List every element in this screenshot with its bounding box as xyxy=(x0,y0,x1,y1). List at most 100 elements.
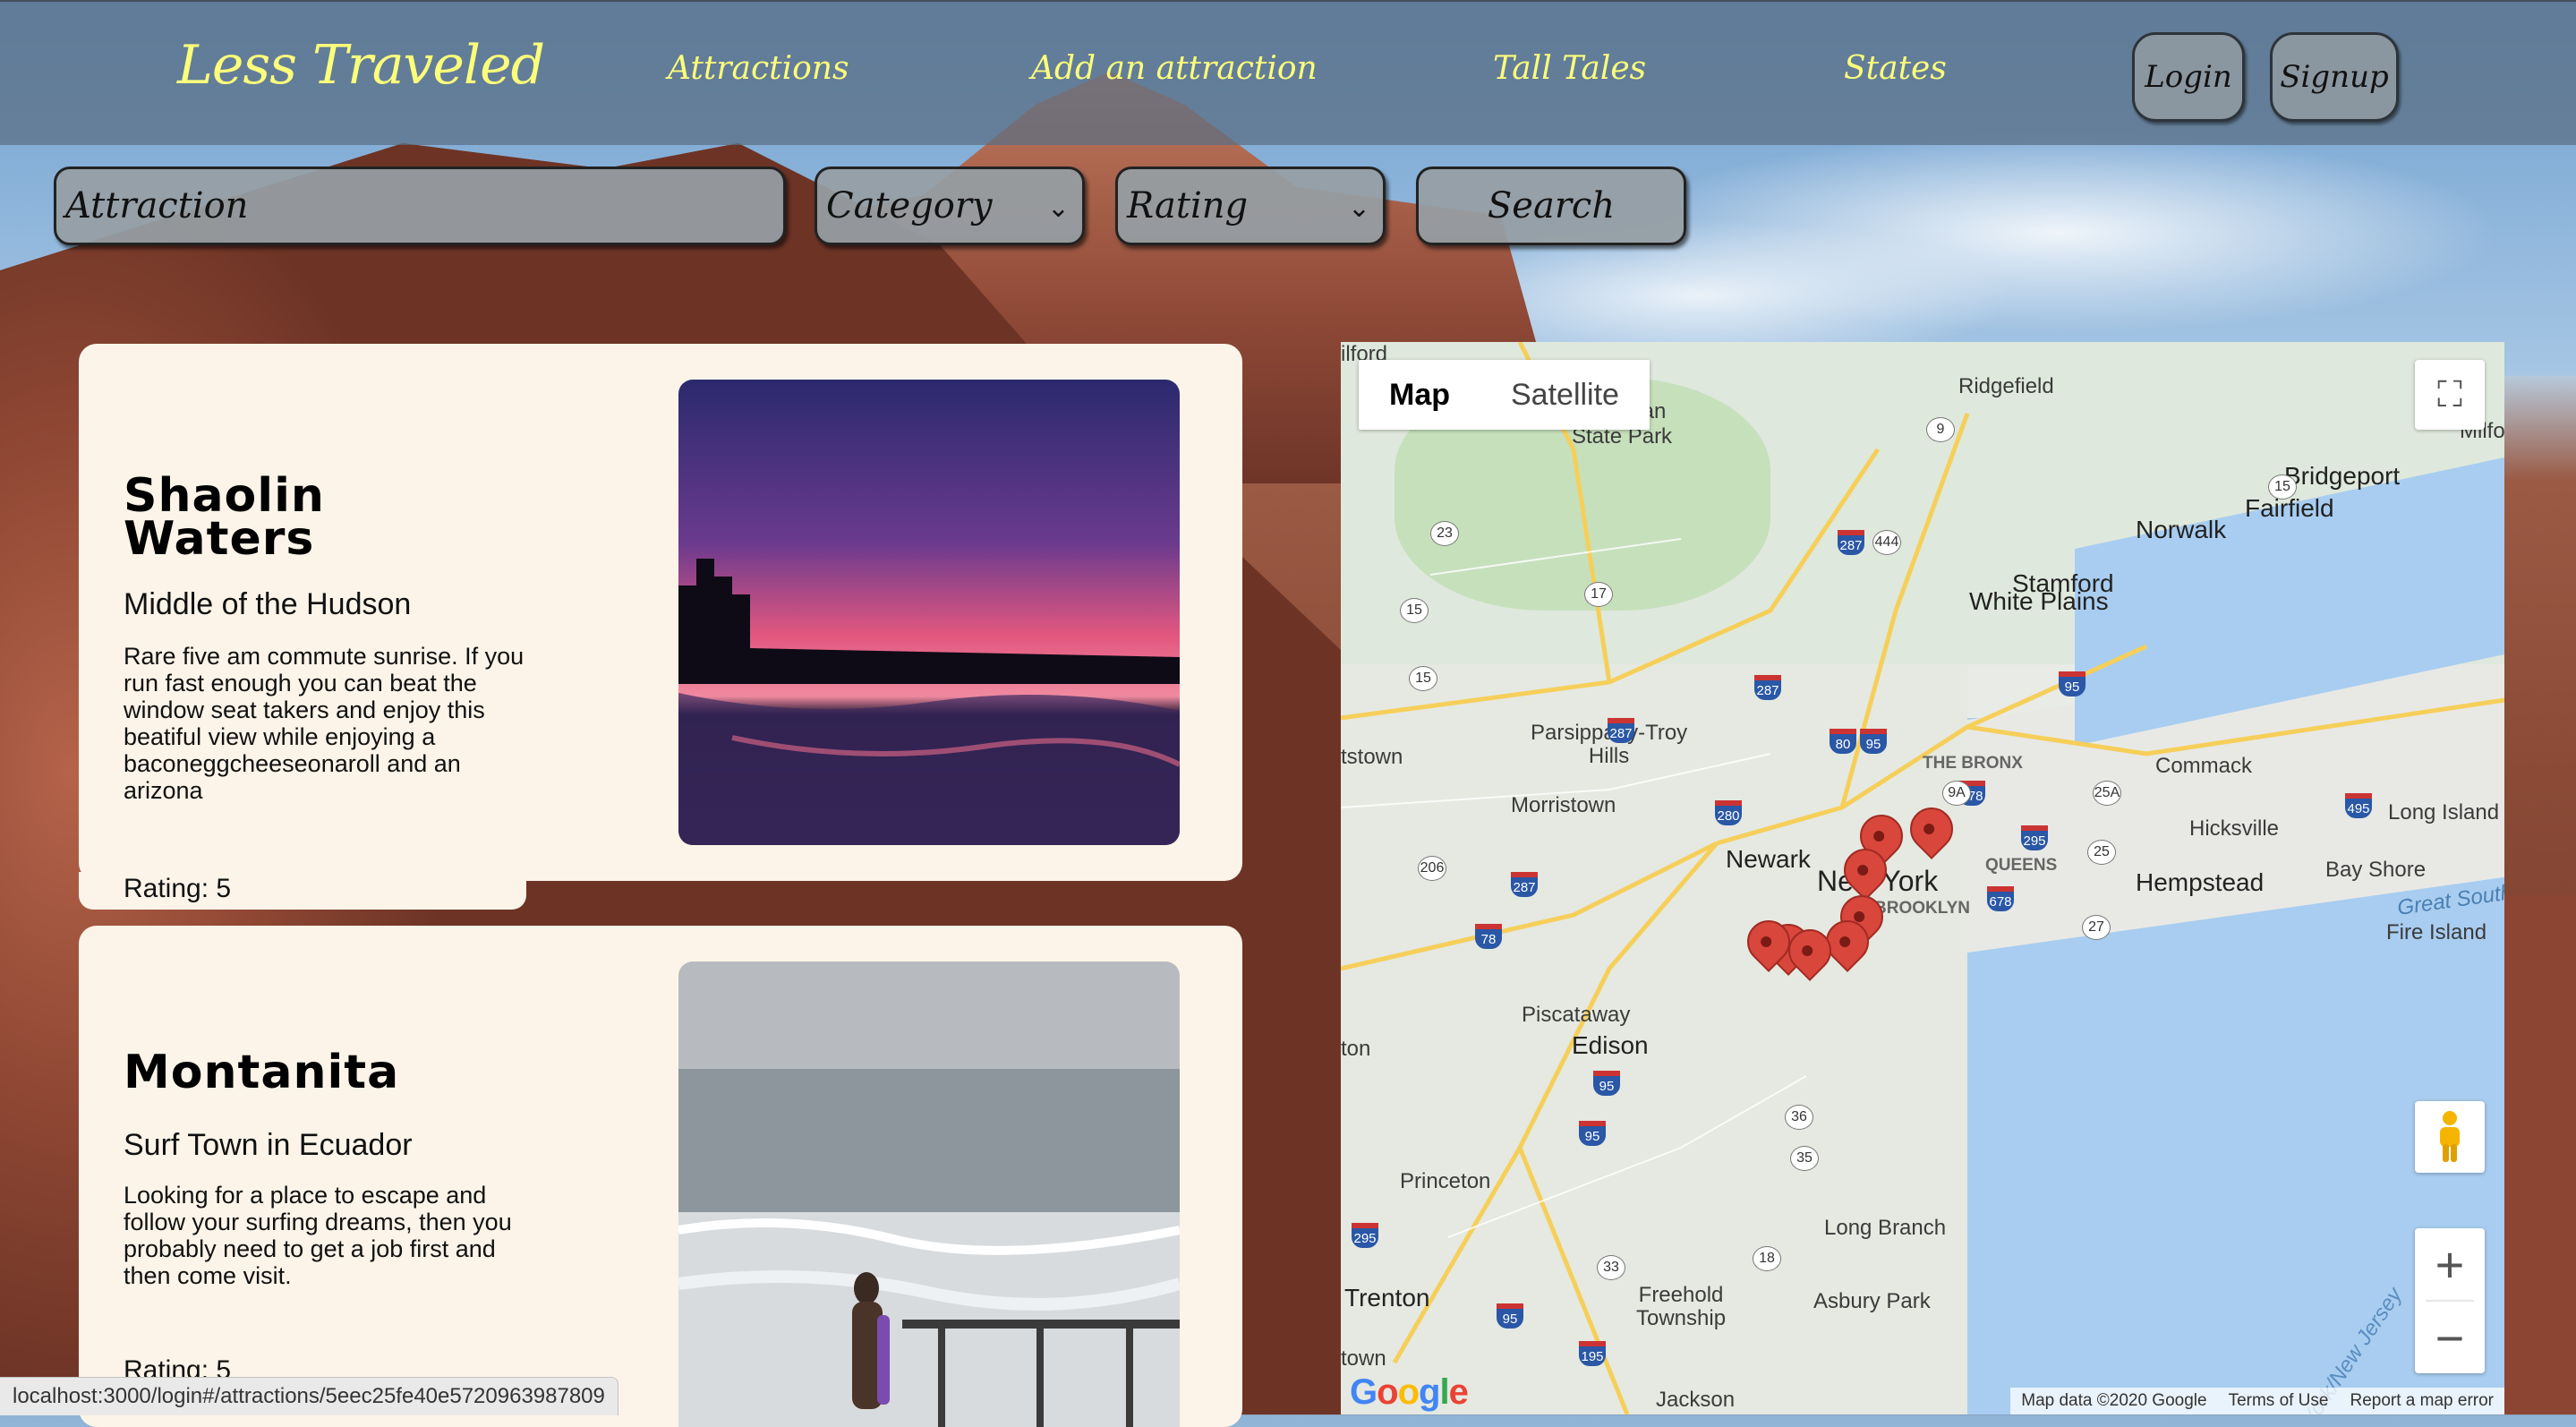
route-shield: 18 xyxy=(1753,1246,1781,1271)
map-attribution: Map data ©2020 Google Terms of Use Repor… xyxy=(2010,1388,2504,1414)
map-label: Edison xyxy=(1572,1031,1649,1059)
map-tab[interactable]: Map xyxy=(1359,360,1480,430)
map-label: THE BRONX xyxy=(1923,754,2023,773)
fullscreen-icon: ⛶ xyxy=(2437,374,2462,414)
route-shield: 17 xyxy=(1584,582,1613,607)
route-shield: 15 xyxy=(1409,666,1437,691)
map[interactable]: Harriman State Park Ridgefield Bridgepor… xyxy=(1341,342,2504,1414)
login-button[interactable]: Login xyxy=(2132,32,2245,122)
attraction-description: Rare five am commute sunrise. If you run… xyxy=(124,643,525,804)
status-bar-url: localhost:3000/login#/attractions/5eec25… xyxy=(0,1377,618,1415)
map-label: Hempstead xyxy=(2136,868,2265,896)
brand-logo[interactable]: Less Traveled xyxy=(177,34,545,97)
interstate-shield: 678 xyxy=(1987,886,2014,911)
rating-label: Rating xyxy=(1127,185,1249,226)
map-label: Norwalk xyxy=(2136,516,2227,543)
pegman-icon xyxy=(2440,1111,2460,1162)
street-view-pegman[interactable] xyxy=(2415,1101,2485,1173)
report-map-error-link[interactable]: Report a map error xyxy=(2350,1391,2494,1411)
attraction-photo[interactable] xyxy=(678,380,1180,845)
map-label: Trenton xyxy=(1344,1284,1430,1312)
map-data-credit: Map data ©2020 Google xyxy=(2021,1391,2207,1410)
zoom-controls: + − xyxy=(2415,1228,2485,1373)
navbar: Less Traveled Attractions Add an attract… xyxy=(0,0,2576,145)
map-label: Long Branch xyxy=(1824,1216,1947,1240)
interstate-shield: 287 xyxy=(1608,718,1634,743)
surf-beach-photo xyxy=(678,961,1180,1427)
map-label: Bay Shore xyxy=(2325,858,2427,882)
attraction-subtitle: Middle of the Hudson xyxy=(124,587,412,621)
satellite-tab[interactable]: Satellite xyxy=(1480,360,1650,430)
interstate-shield: 287 xyxy=(1511,872,1538,897)
route-shield: 33 xyxy=(1597,1255,1625,1280)
map-label: tstown xyxy=(1341,745,1403,769)
map-label: Bridgeport xyxy=(2284,462,2401,490)
sunset-city-photo xyxy=(678,380,1180,845)
category-label: Category xyxy=(826,185,993,226)
route-shield: 15 xyxy=(1400,598,1429,623)
map-label: ton xyxy=(1341,1037,1371,1061)
nav-states[interactable]: States xyxy=(1844,50,1947,87)
rating-select[interactable]: Rating ⌄ xyxy=(1115,167,1386,245)
attraction-search-input[interactable]: Attraction xyxy=(54,167,786,245)
route-shield: 25 xyxy=(2087,840,2116,865)
interstate-shield: 295 xyxy=(1352,1223,1378,1248)
attraction-photo[interactable] xyxy=(678,961,1180,1427)
map-label: Long Island xyxy=(2388,800,2500,825)
map-label: Jackson xyxy=(1656,1388,1736,1412)
nav-attractions[interactable]: Attractions xyxy=(668,50,849,87)
interstate-shield: 195 xyxy=(1579,1341,1606,1366)
interstate-shield: 280 xyxy=(1715,800,1742,825)
attraction-description: Looking for a place to escape and follow… xyxy=(124,1182,512,1289)
category-select[interactable]: Category ⌄ xyxy=(815,167,1085,245)
fullscreen-button[interactable]: ⛶ xyxy=(2415,360,2485,430)
map-label: Fairfield xyxy=(2245,494,2334,522)
nav-add-attraction[interactable]: Add an attraction xyxy=(1031,50,1318,87)
map-label: Piscataway xyxy=(1522,1003,1631,1027)
google-logo[interactable]: Google xyxy=(1350,1372,1469,1413)
map-label: Commack xyxy=(2155,754,2253,778)
interstate-shield: 495 xyxy=(2345,793,2372,818)
attraction-title-line: Shaolin xyxy=(124,469,325,523)
terms-of-use-link[interactable]: Terms of Use xyxy=(2229,1391,2329,1411)
interstate-shield: 287 xyxy=(1838,530,1864,555)
attraction-title: Shaolin Waters xyxy=(124,469,325,566)
signup-button[interactable]: Signup xyxy=(2270,32,2399,122)
interstate-shield: 95 xyxy=(2059,671,2086,696)
route-shield: 9 xyxy=(1926,417,1955,442)
route-shield: 23 xyxy=(1430,521,1459,546)
map-label: Asbury Park xyxy=(1813,1289,1931,1313)
attraction-placeholder: Attraction xyxy=(65,185,249,226)
zoom-in-button[interactable]: + xyxy=(2435,1228,2465,1300)
map-label: BROOKLYN xyxy=(1874,899,1970,918)
route-shield: 27 xyxy=(2082,915,2111,940)
chevron-down-icon: ⌄ xyxy=(1347,192,1370,224)
map-label: White Plains xyxy=(1969,587,2109,615)
search-button[interactable]: Search xyxy=(1416,167,1686,245)
interstate-shield: 295 xyxy=(2021,825,2048,850)
attraction-title-line: Waters xyxy=(124,512,315,566)
map-label: Ridgefield xyxy=(1958,374,2054,398)
map-label: Fire Island xyxy=(2386,920,2487,944)
nav-tall-tales[interactable]: Tall Tales xyxy=(1493,50,1646,87)
chevron-down-icon: ⌄ xyxy=(1046,192,1070,224)
map-label: Morristown xyxy=(1511,793,1616,817)
route-shield: 9A xyxy=(1942,781,1971,806)
map-label: Princeton xyxy=(1400,1169,1491,1193)
route-shield: 15 xyxy=(2268,474,2297,500)
attraction-card[interactable]: Shaolin Waters Middle of the Hudson Rare… xyxy=(79,344,1242,881)
route-shield: 35 xyxy=(1790,1146,1819,1171)
map-label: QUEENS xyxy=(1985,856,2058,875)
map-label: Hicksville xyxy=(2189,816,2280,841)
search-button-label: Search xyxy=(1487,185,1616,226)
route-shield: 206 xyxy=(1418,856,1446,881)
route-shield: 444 xyxy=(1872,530,1901,555)
interstate-shield: 95 xyxy=(1593,1071,1620,1096)
zoom-out-button[interactable]: − xyxy=(2435,1302,2465,1373)
attraction-card[interactable]: Montanita Surf Town in Ecuador Looking f… xyxy=(79,926,1242,1427)
interstate-shield: 78 xyxy=(1475,924,1502,949)
route-shield: 36 xyxy=(1785,1105,1813,1130)
attraction-subtitle: Surf Town in Ecuador xyxy=(124,1128,413,1162)
interstate-shield: 80 xyxy=(1830,729,1856,754)
interstate-shield: 95 xyxy=(1579,1121,1606,1146)
